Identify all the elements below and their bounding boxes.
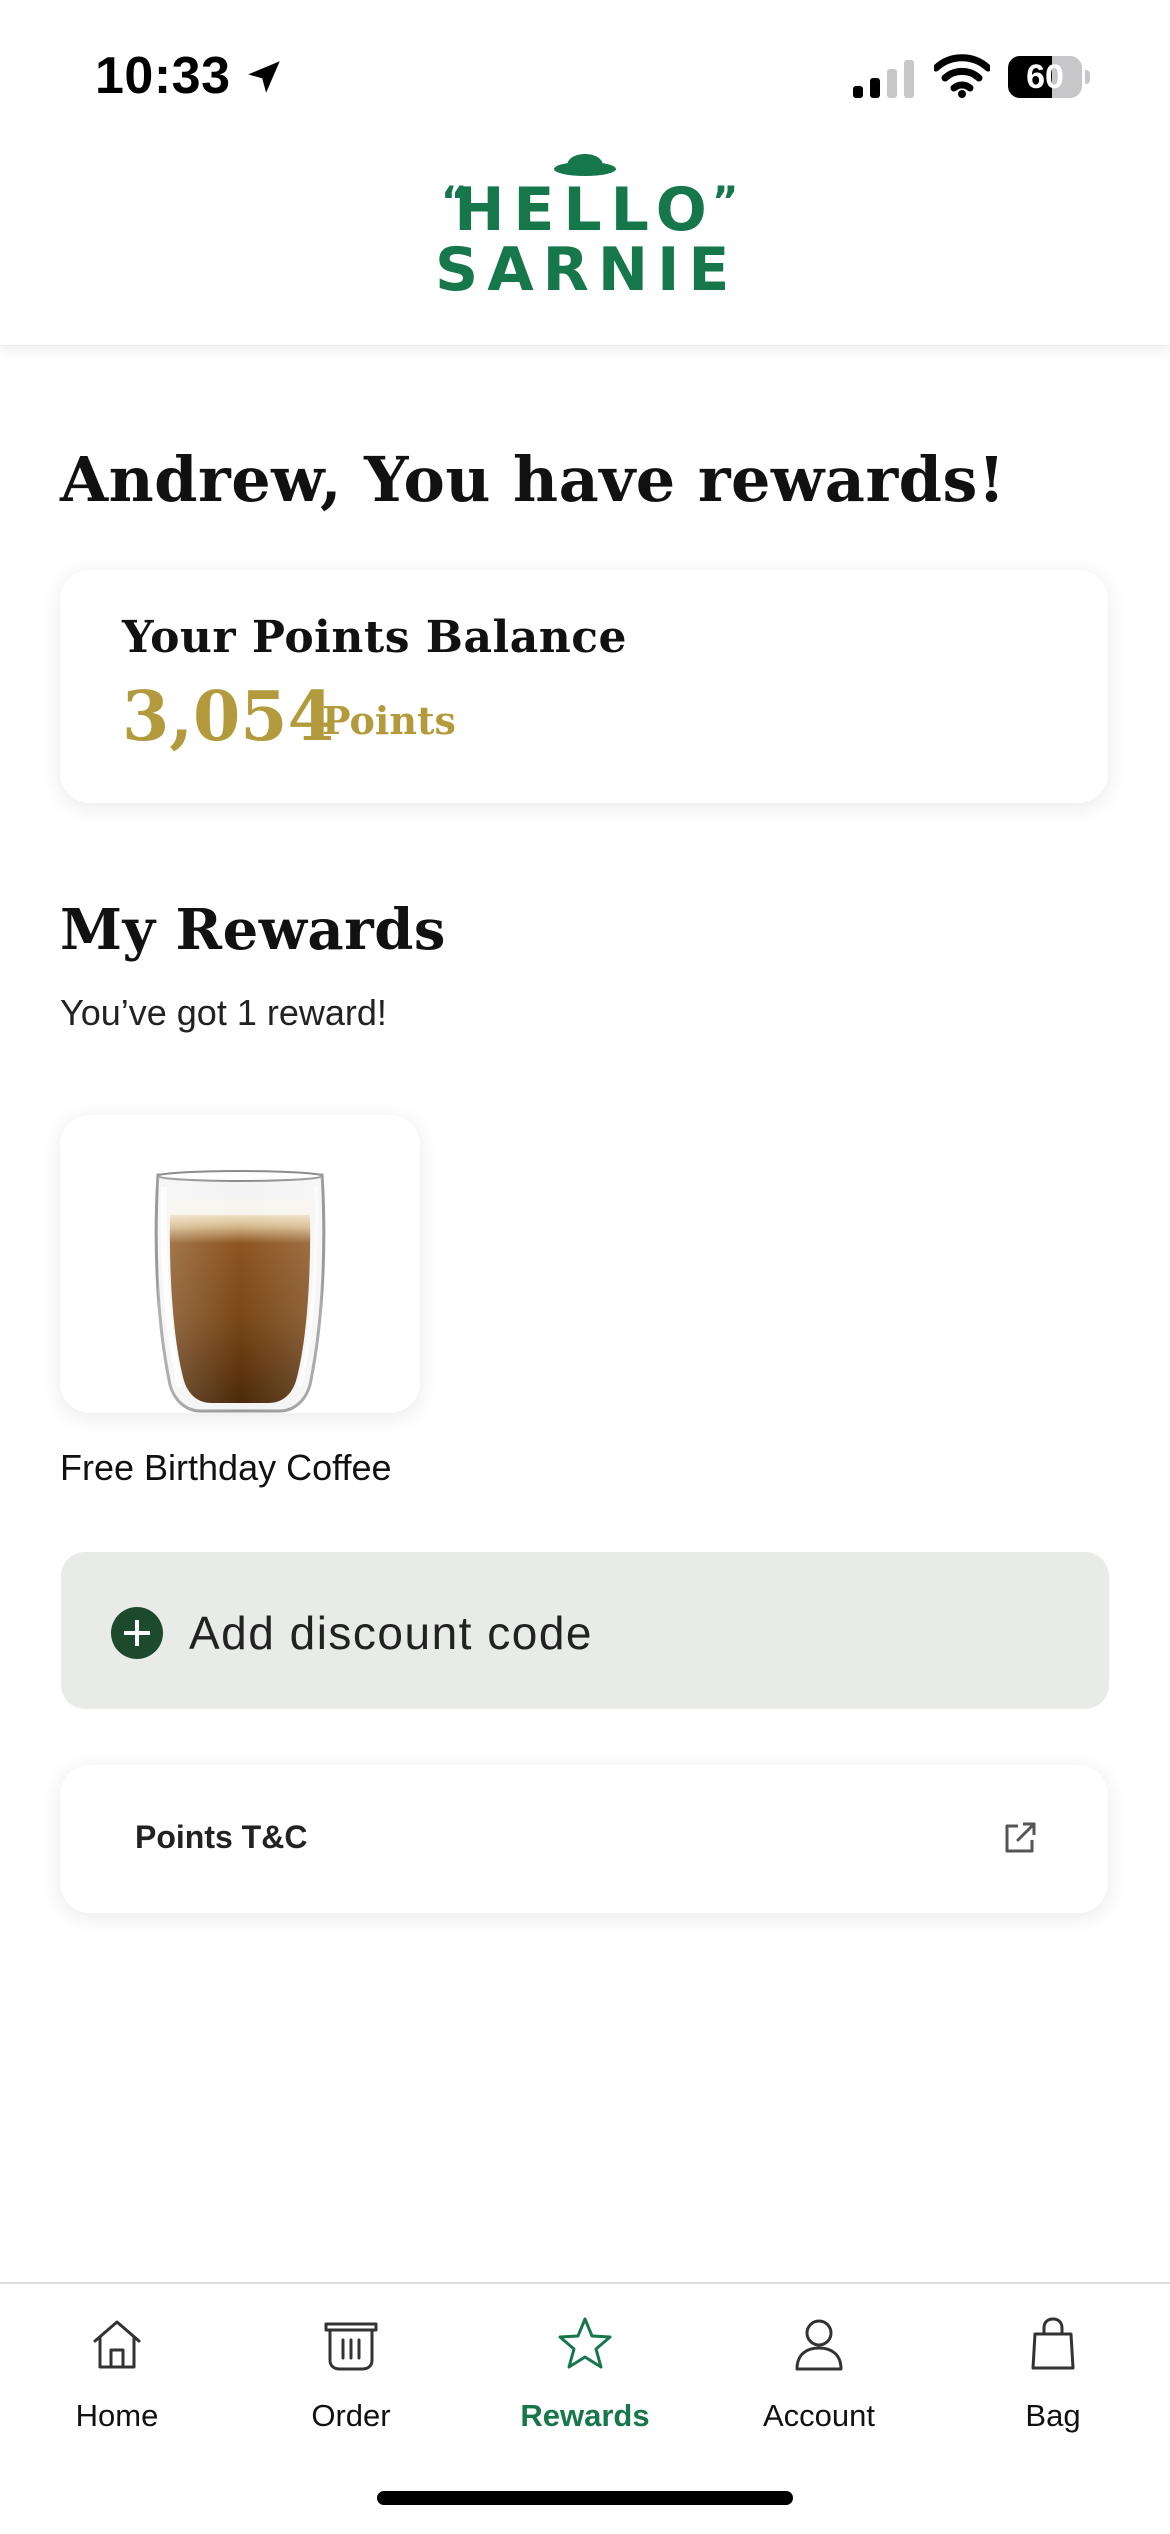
hello-sarnie-logo[interactable]: “ HELLO ” SARNIE <box>435 150 739 305</box>
points-balance-value: 3,054 <box>122 677 335 757</box>
nav-label-home: Home <box>75 2398 159 2433</box>
app-header: “ HELLO ” SARNIE <box>0 150 1170 346</box>
reward-label-birthday-coffee[interactable]: Free Birthday Coffee <box>60 1445 392 1491</box>
my-rewards-subtitle: You’ve got 1 reward! <box>60 992 387 1033</box>
star-icon <box>558 2317 612 2369</box>
order-icon <box>324 2322 378 2371</box>
logo-text-hello: HELLO <box>454 175 716 245</box>
nav-item-bag[interactable]: Bag <box>936 2284 1170 2464</box>
external-link-icon <box>1005 1822 1036 1853</box>
battery-icon: 60 <box>1008 56 1090 98</box>
page-title: Andrew, You have rewards! <box>60 443 1006 516</box>
points-terms-label: Points T&C <box>135 1819 308 1855</box>
nav-label-order: Order <box>311 2398 391 2433</box>
wifi-icon <box>934 54 990 98</box>
battery-body: 60 <box>1008 56 1082 98</box>
bag-icon <box>1031 2317 1075 2370</box>
nav-item-home[interactable]: Home <box>0 2284 234 2464</box>
coffee-glass-image <box>154 1170 326 1413</box>
plus-circle-icon <box>111 1607 163 1659</box>
reward-tile-birthday-coffee[interactable] <box>60 1115 420 1413</box>
nav-label-account: Account <box>762 2398 875 2433</box>
points-balance-unit: Points <box>322 698 456 743</box>
nav-label-bag: Bag <box>1025 2398 1081 2433</box>
battery-text: 60 <box>1026 58 1064 96</box>
cellular-signal-icon <box>853 60 914 98</box>
points-balance-title: Your Points Balance <box>122 612 627 663</box>
home-icon <box>93 2320 141 2369</box>
nav-item-rewards[interactable]: Rewards <box>468 2284 702 2464</box>
bowler-hat-icon <box>554 154 616 176</box>
status-bar: 10:33 60 <box>0 0 1170 150</box>
location-arrow-icon <box>248 61 280 93</box>
person-icon <box>795 2319 843 2371</box>
add-discount-code-label: Add discount code <box>189 1607 593 1659</box>
my-rewards-heading: My Rewards <box>60 897 446 963</box>
battery-tip <box>1085 70 1090 84</box>
logo-quote-close: ” <box>712 179 739 225</box>
home-indicator <box>377 2491 793 2505</box>
nav-item-account[interactable]: Account <box>702 2284 936 2464</box>
logo-text-sarnie: SARNIE <box>435 235 739 305</box>
points-terms-link[interactable]: Points T&C <box>60 1765 1108 1913</box>
status-time: 10:33 <box>95 47 231 105</box>
nav-item-order[interactable]: Order <box>234 2284 468 2464</box>
add-discount-code-button[interactable]: Add discount code <box>61 1552 1109 1709</box>
points-balance-card: Your Points Balance 3,054 Points <box>60 570 1108 803</box>
nav-label-rewards: Rewards <box>520 2398 650 2433</box>
